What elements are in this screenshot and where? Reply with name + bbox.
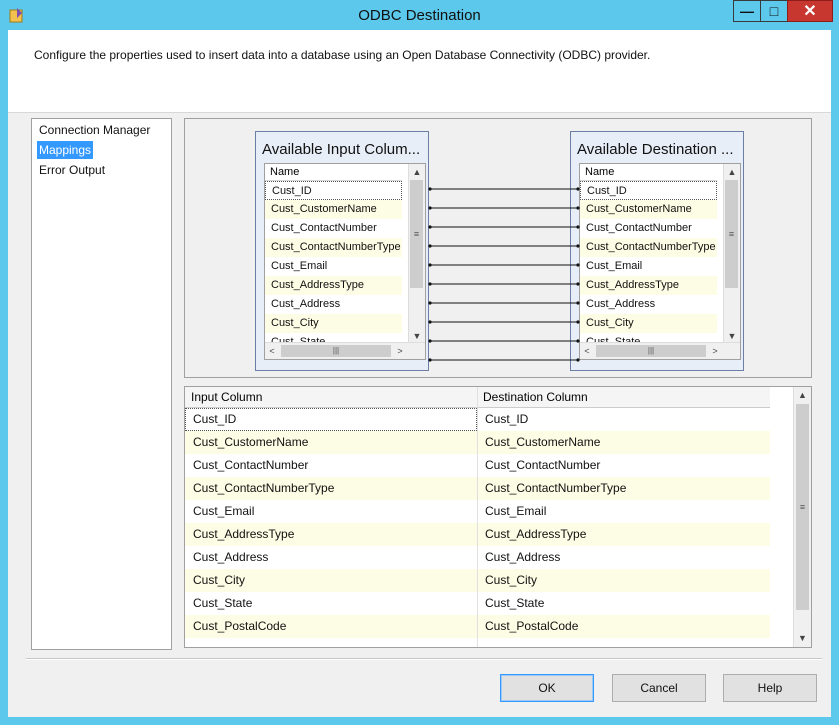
grid-cell-destination-column[interactable]: Cust_ContactNumberType (477, 477, 626, 500)
grid-cell-destination-column[interactable]: Cust_State (477, 592, 544, 615)
mapping-connector-lines (428, 187, 580, 362)
button-separator (26, 658, 822, 660)
maximize-button[interactable]: □ (760, 0, 788, 22)
grid-cell-destination-column[interactable]: Cust_AddressType (477, 523, 586, 546)
help-button[interactable]: Help (723, 674, 817, 702)
connector-endpoint (428, 358, 432, 362)
connector-endpoint (428, 263, 432, 267)
nav-item-error-output[interactable]: Error Output (37, 161, 107, 179)
page-navigation: Connection Manager Mappings Error Output (31, 118, 172, 650)
minimize-button[interactable]: — (733, 0, 761, 22)
mapping-grid: Input Column Destination Column Cust_ID C… (184, 386, 812, 648)
connector-endpoint (428, 225, 432, 229)
scroll-up-icon[interactable]: ▲ (794, 387, 811, 404)
scroll-thumb-grip-icon[interactable]: ≡ (796, 404, 809, 610)
grid-cell-input-column[interactable]: Cust_AddressType (185, 523, 294, 546)
grid-cell-input-column[interactable]: Cust_ContactNumber (185, 454, 308, 477)
grid-header-destination-column[interactable]: Destination Column (477, 387, 588, 407)
grid-cell-input-column[interactable]: Cust_City (185, 569, 245, 592)
header-panel: Configure the properties used to insert … (8, 30, 831, 113)
connector-endpoint (428, 244, 432, 248)
connector-endpoint (576, 244, 580, 248)
grid-cell-destination-column[interactable]: Cust_City (477, 569, 537, 592)
connector-endpoint (576, 263, 580, 267)
connector-endpoint (576, 206, 580, 210)
close-button[interactable]: ✕ (787, 0, 833, 22)
window-title: ODBC Destination (358, 7, 481, 24)
connector-endpoint (428, 339, 432, 343)
connector-endpoint (576, 301, 580, 305)
scroll-down-icon[interactable]: ▼ (794, 630, 811, 647)
grid-cell-destination-column[interactable]: Cust_PostalCode (477, 615, 578, 638)
grid-cell-destination-column[interactable]: Cust_CustomerName (477, 431, 600, 454)
connector-endpoint (428, 282, 432, 286)
connector-endpoint (576, 282, 580, 286)
connector-endpoint (428, 187, 432, 191)
connector-endpoint (576, 225, 580, 229)
connector-endpoint (576, 339, 580, 343)
connector-endpoint (428, 320, 432, 324)
cancel-button[interactable]: Cancel (612, 674, 706, 702)
dialog-client-area: Configure the properties used to insert … (8, 30, 831, 717)
grid-cell-destination-column[interactable]: Cust_ContactNumber (477, 454, 600, 477)
connector-endpoint (576, 320, 580, 324)
grid-cell-input-column[interactable]: Cust_Address (185, 546, 268, 569)
grid-cell-destination-column[interactable]: Cust_Email (477, 500, 546, 523)
nav-item-connection-manager[interactable]: Connection Manager (37, 121, 152, 139)
grid-cell-destination-column[interactable]: Cust_ID (477, 408, 528, 431)
grid-cell-input-column[interactable]: Cust_State (185, 592, 252, 615)
title-bar[interactable]: ODBC Destination — □ ✕ (0, 0, 839, 30)
grid-cell-input-column[interactable]: Cust_ContactNumberType (185, 477, 334, 500)
grid-focused-cell (185, 408, 477, 431)
grid-header-input-column[interactable]: Input Column (185, 387, 262, 407)
connector-endpoint (576, 358, 580, 362)
grid-cell-input-column[interactable]: Cust_PostalCode (185, 615, 286, 638)
ok-button[interactable]: OK (500, 674, 594, 702)
connector-endpoint (428, 301, 432, 305)
grid-cell-input-column[interactable]: Cust_Email (185, 500, 254, 523)
dialog-window: ODBC Destination — □ ✕ Configure the pro… (0, 0, 839, 725)
grid-cell-destination-column[interactable]: Cust_Address (477, 546, 560, 569)
connector-endpoint (576, 187, 580, 191)
connector-endpoint (428, 206, 432, 210)
nav-item-mappings[interactable]: Mappings (37, 141, 94, 159)
mapping-diagram: Available Input Colum... Name Cust_ID Cu… (184, 118, 812, 378)
header-description: Configure the properties used to insert … (34, 48, 651, 62)
grid-vertical-scrollbar[interactable]: ▲ ≡ ▼ (793, 387, 811, 647)
grid-cell-input-column[interactable]: Cust_CustomerName (185, 431, 308, 454)
grid-column-separator (477, 387, 478, 647)
